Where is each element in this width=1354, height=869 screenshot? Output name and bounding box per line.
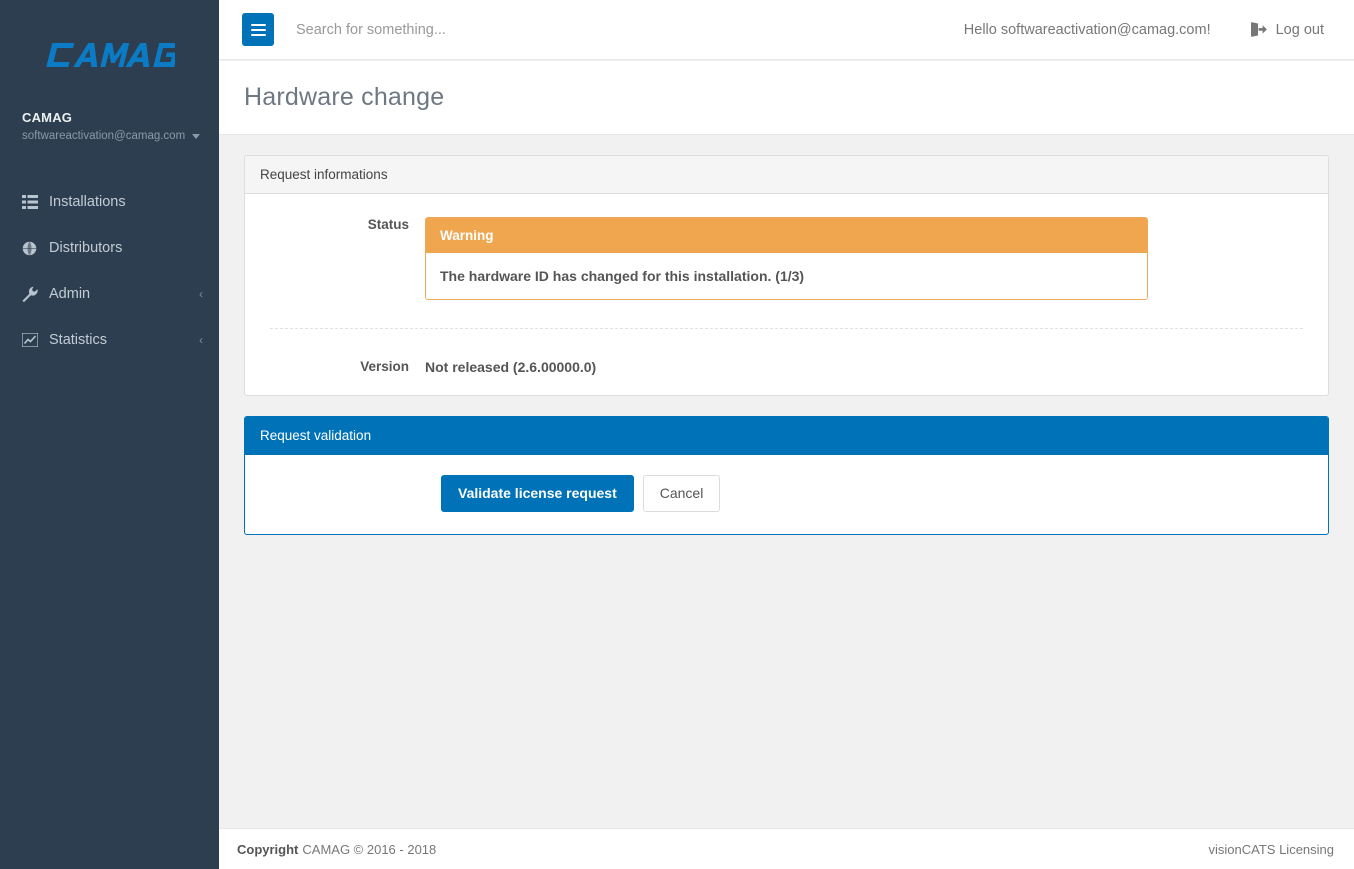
request-validation-panel: Request validation Validate license requ…: [244, 416, 1329, 535]
sidebar: CAMAG softwareactivation@camag.com Insta…: [0, 0, 219, 869]
page-footer: Copyright CAMAG © 2016 - 2018 visionCATS…: [219, 828, 1354, 869]
caret-down-icon[interactable]: [192, 134, 200, 139]
sidebar-item-label: Statistics: [49, 332, 107, 348]
hamburger-bar: [251, 29, 266, 31]
search-input[interactable]: [294, 21, 714, 39]
sidebar-item-statistics[interactable]: Statistics ‹: [0, 317, 219, 363]
hamburger-menu-icon[interactable]: [242, 13, 274, 46]
status-row: Status Warning The hardware ID has chang…: [260, 209, 1313, 300]
greeting-text: Hello softwareactivation@camag.com!: [964, 22, 1211, 38]
wrench-icon: [22, 286, 44, 302]
request-validation-panel-title: Request validation: [245, 417, 1328, 455]
sidebar-item-label: Installations: [49, 194, 126, 210]
sidebar-user-name: CAMAG: [22, 110, 219, 126]
status-label: Status: [260, 209, 425, 232]
page-header: Hardware change: [219, 61, 1354, 135]
sidebar-chevron: ‹: [199, 288, 203, 300]
list-icon: [22, 194, 44, 210]
request-validation-actions: Validate license request Cancel: [245, 455, 1328, 534]
version-row: Version Not released (2.6.00000.0): [260, 351, 1313, 375]
footer-copyright-text: CAMAG © 2016 - 2018: [302, 842, 436, 857]
sidebar-item-label: Distributors: [49, 240, 122, 256]
brand-logo[interactable]: [0, 0, 219, 110]
footer-product-name: visionCATS Licensing: [1209, 842, 1334, 857]
version-label: Version: [260, 351, 425, 374]
sidebar-nav: Installations Distributors Admin ‹: [0, 179, 219, 363]
sign-out-icon: [1251, 22, 1267, 37]
sidebar-user-block[interactable]: CAMAG softwareactivation@camag.com: [0, 110, 219, 143]
sidebar-item-installations[interactable]: Installations: [0, 179, 219, 225]
warning-alert-message: The hardware ID has changed for this ins…: [426, 253, 1147, 299]
sidebar-item-admin[interactable]: Admin ‹: [0, 271, 219, 317]
topbar-right-group: Hello softwareactivation@camag.com! Log …: [964, 22, 1354, 38]
logout-label: Log out: [1276, 22, 1324, 38]
sidebar-chevron: ‹: [199, 334, 203, 346]
warning-alert: Warning The hardware ID has changed for …: [425, 217, 1148, 300]
page-title: Hardware change: [219, 83, 444, 112]
validate-license-request-button[interactable]: Validate license request: [441, 475, 634, 512]
sidebar-item-label: Admin: [49, 286, 90, 302]
version-value: Not released (2.6.00000.0): [425, 351, 1313, 375]
sidebar-user-email: softwareactivation@camag.com: [22, 129, 185, 143]
request-informations-panel-body: Status Warning The hardware ID has chang…: [245, 194, 1328, 395]
line-chart-icon: [22, 332, 44, 348]
cancel-button[interactable]: Cancel: [643, 475, 721, 512]
camag-wordmark-logo: [45, 40, 175, 70]
main-content: Request informations Status Warning The …: [219, 135, 1354, 828]
hamburger-bar: [251, 34, 266, 36]
logout-button[interactable]: Log out: [1251, 22, 1324, 38]
sidebar-item-distributors[interactable]: Distributors: [0, 225, 219, 271]
request-informations-panel: Request informations Status Warning The …: [244, 155, 1329, 396]
form-divider: [270, 328, 1303, 329]
hamburger-bar: [251, 24, 266, 26]
footer-copyright-label: Copyright: [237, 842, 298, 857]
warning-alert-heading: Warning: [426, 218, 1147, 253]
request-informations-panel-title: Request informations: [245, 156, 1328, 194]
status-value: Warning The hardware ID has changed for …: [425, 209, 1313, 300]
top-navbar: Hello softwareactivation@camag.com! Log …: [219, 0, 1354, 60]
globe-icon: [22, 240, 44, 256]
